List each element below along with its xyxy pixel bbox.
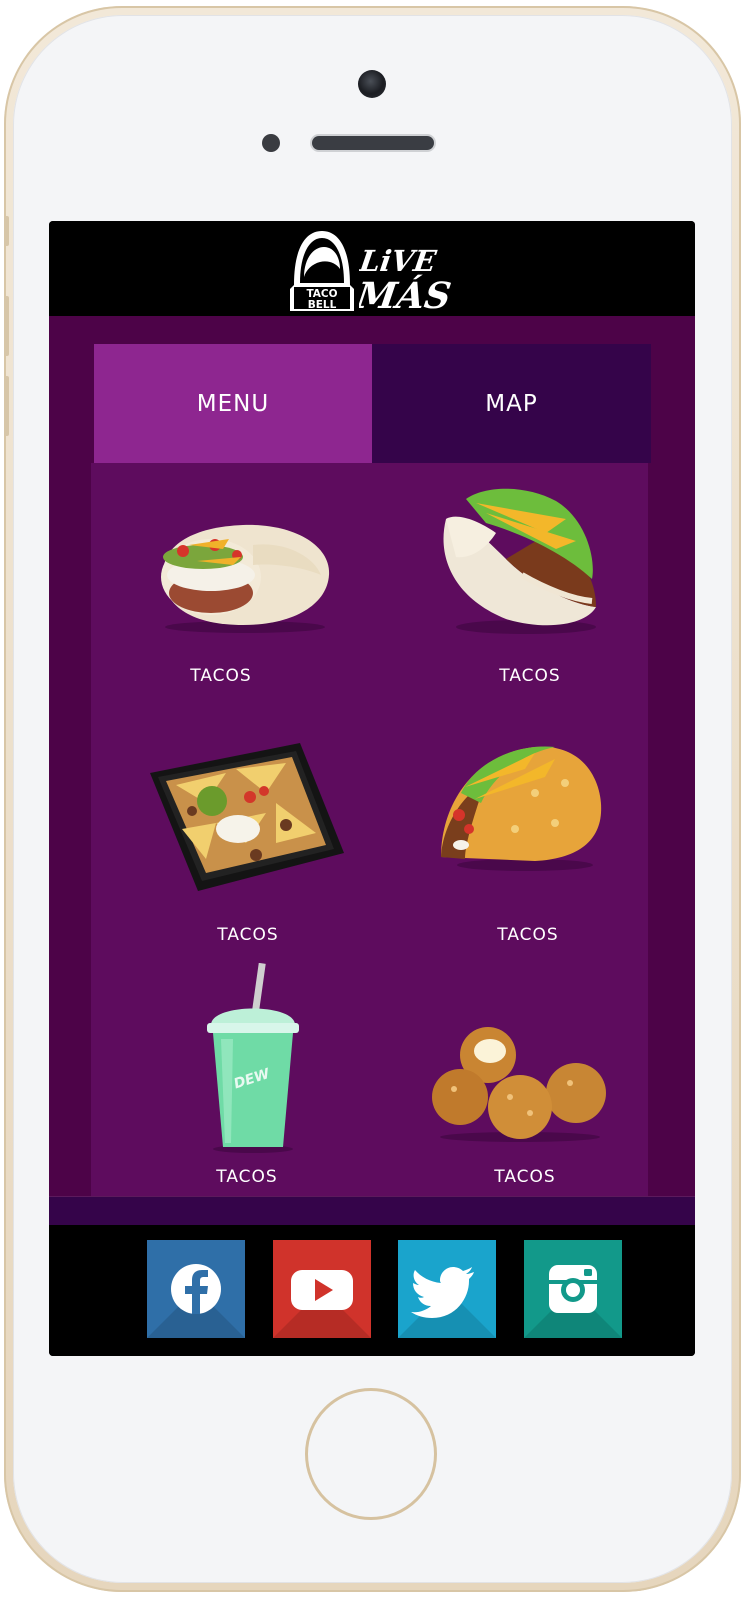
menu-item[interactable]: TACOS xyxy=(370,463,648,703)
instagram-icon xyxy=(524,1265,622,1338)
slogan-live: LiVE xyxy=(359,244,439,278)
taco-bell-logo[interactable]: TACO BELL xyxy=(288,227,356,311)
youtube-icon xyxy=(273,1270,371,1338)
baja-blast-drink-image: DEW xyxy=(207,963,299,1153)
tab-map[interactable]: MAP xyxy=(372,344,651,463)
menu-grid: TACOS TACOS TACOS TACOS DEW TACOS TACOS xyxy=(91,463,648,1196)
menu-item-label: TACOS xyxy=(190,666,252,686)
tab-bar: MENU MAP xyxy=(94,344,651,463)
menu-item-label: TACOS xyxy=(497,925,559,945)
menu-item-label: TACOS xyxy=(217,925,279,945)
proximity-sensor xyxy=(262,134,280,152)
menu-item-label: TACOS xyxy=(499,666,561,686)
facebook-button[interactable] xyxy=(147,1240,245,1338)
chalupa-image xyxy=(443,488,596,634)
facebook-icon xyxy=(147,1264,245,1338)
menu-item-label: TACOS xyxy=(216,1167,278,1187)
cinnamon-delights-image xyxy=(432,1027,606,1142)
volume-up-button xyxy=(4,296,9,356)
menu-item[interactable]: TACOS xyxy=(91,463,369,703)
logo-text-bell: BELL xyxy=(308,299,337,311)
front-camera xyxy=(358,70,386,98)
app-screen: TACO BELL LiVE MÁS MENU MAP TACOS TACOS … xyxy=(49,221,695,1356)
mute-switch xyxy=(4,216,9,246)
nachos-image xyxy=(150,743,344,891)
home-button[interactable] xyxy=(305,1388,437,1520)
earpiece-speaker xyxy=(312,136,434,150)
social-bar xyxy=(49,1225,695,1356)
twitter-icon xyxy=(398,1267,496,1338)
header-bar: TACO BELL LiVE MÁS xyxy=(49,221,695,316)
tab-menu[interactable]: MENU xyxy=(94,344,372,463)
slogan-mas: MÁS xyxy=(359,274,454,311)
burrito-image xyxy=(161,524,330,633)
menu-item[interactable]: DEW TACOS xyxy=(91,963,369,1196)
main-content: MENU MAP TACOS TACOS TACOS TACOS DEW TAC… xyxy=(49,316,695,1196)
menu-item[interactable]: TACOS xyxy=(91,703,369,963)
youtube-button[interactable] xyxy=(273,1240,371,1338)
instagram-button[interactable] xyxy=(524,1240,622,1338)
volume-down-button xyxy=(4,376,9,436)
twitter-button[interactable] xyxy=(398,1240,496,1338)
crunchy-taco-image xyxy=(441,746,602,871)
menu-item-label: TACOS xyxy=(494,1167,556,1187)
footer-divider xyxy=(49,1196,695,1226)
menu-item[interactable]: TACOS xyxy=(370,963,648,1196)
menu-item[interactable]: TACOS xyxy=(370,703,648,963)
live-mas-slogan: LiVE MÁS xyxy=(359,244,454,311)
